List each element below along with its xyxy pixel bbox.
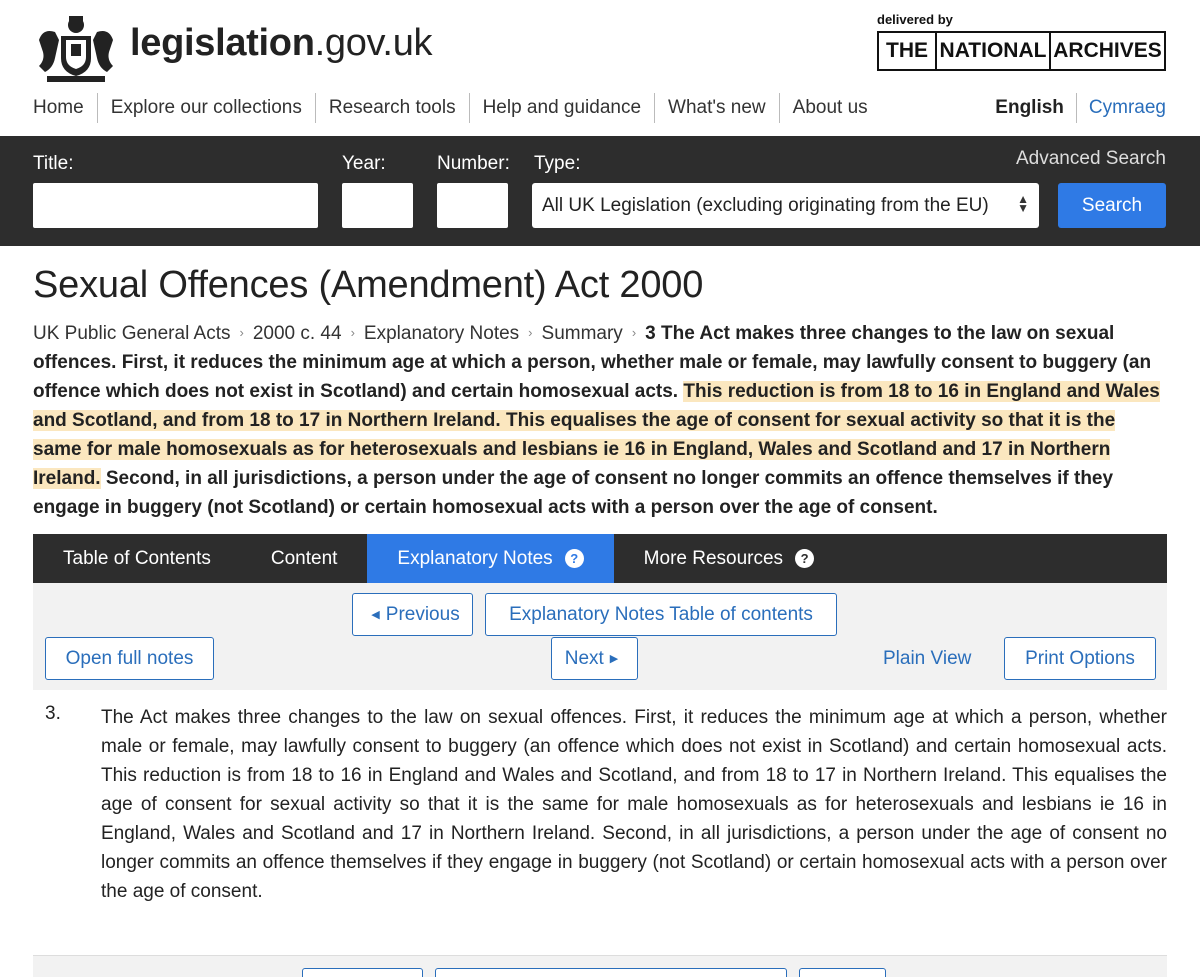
type-select-value: All UK Legislation (excluding originatin… — [542, 194, 989, 216]
note-text: The Act makes three changes to the law o… — [101, 707, 1167, 902]
number-input[interactable] — [437, 183, 508, 228]
page-title: Sexual Offences (Amendment) Act 2000 — [33, 264, 704, 306]
open-full-notes-button[interactable]: Open full notes — [45, 637, 214, 680]
next-button[interactable]: Next ▶ — [551, 637, 638, 680]
nav-explore-collections[interactable]: Explore our collections — [98, 93, 316, 123]
year-input[interactable] — [342, 183, 413, 228]
logo[interactable] — [33, 10, 119, 86]
nav-whats-new[interactable]: What's new — [655, 93, 780, 123]
tab-label: More Resources — [643, 547, 784, 569]
site-title-bold: legislation — [130, 22, 315, 64]
tna-word: ARCHIVES — [1053, 39, 1162, 62]
type-label: Type: — [534, 153, 581, 174]
tab-label: Explanatory Notes — [397, 547, 553, 569]
site-header: legislation.gov.uk delivered by THE NATI… — [0, 0, 1200, 136]
previous-label: Previous — [385, 603, 460, 625]
notes-nav-panel: ◀ Previous Explanatory Notes Table of con… — [33, 583, 1167, 690]
type-select[interactable]: All UK Legislation (excluding originatin… — [532, 183, 1039, 228]
tab-table-of-contents[interactable]: Table of Contents — [33, 534, 241, 583]
tab-label: Table of Contents — [63, 547, 211, 569]
triangle-left-icon: ◀ — [371, 609, 380, 621]
help-icon[interactable]: ? — [564, 549, 584, 568]
next-label: Next — [564, 647, 604, 669]
chevron-right-icon: › — [631, 325, 637, 340]
advanced-search-link[interactable]: Advanced Search — [1016, 148, 1166, 170]
open-full-notes-label: Open full notes — [65, 647, 194, 669]
search-button[interactable]: Search — [1058, 183, 1166, 228]
print-options-button[interactable]: Print Options — [1004, 637, 1156, 680]
help-icon[interactable]: ? — [795, 549, 815, 568]
select-arrows-icon: ▲ ▼ — [1017, 192, 1029, 215]
number-label: Number: — [437, 153, 510, 174]
breadcrumb: UK Public General Acts › 2000 c. 44 › Explan… — [33, 318, 1167, 522]
notes-toc-button[interactable]: Explanatory Notes Table of contents — [485, 593, 837, 636]
tab-label: Content — [270, 547, 338, 569]
document-tabs: Table of Contents Content Explanatory No… — [33, 534, 1167, 583]
tna-word: THE — [879, 33, 937, 69]
title-input[interactable] — [33, 183, 318, 228]
delivered-by-label: delivered by — [877, 12, 953, 27]
print-options-label: Print Options — [1025, 647, 1135, 669]
bottom-notes-nav-panel — [33, 955, 1167, 977]
nav-home[interactable]: Home — [33, 93, 98, 123]
bottom-notes-toc-button[interactable] — [435, 968, 787, 977]
tna-box: THE NATIONAL ARCHIVES — [877, 31, 1166, 71]
site-title[interactable]: legislation.gov.uk — [130, 22, 433, 65]
breadcrumb-item[interactable]: 2000 c. 44 — [253, 323, 342, 344]
year-label: Year: — [342, 153, 386, 174]
notes-toc-label: Explanatory Notes Table of contents — [509, 603, 813, 625]
tna-word: NATIONAL — [937, 33, 1051, 69]
tab-content[interactable]: Content — [241, 534, 368, 583]
chevron-right-icon: › — [239, 325, 244, 340]
main-nav: Home Explore our collections Research to… — [33, 93, 881, 123]
breadcrumb-item[interactable]: UK Public General Acts — [33, 323, 230, 344]
site-title-suffix: .gov.uk — [314, 22, 433, 64]
triangle-right-icon: ▶ — [609, 653, 619, 665]
bottom-previous-button[interactable] — [302, 968, 423, 977]
plain-view-link[interactable]: Plain View — [883, 648, 971, 670]
lang-cymraeg[interactable]: Cymraeg — [1077, 93, 1166, 123]
tab-more-resources[interactable]: More Resources? — [614, 534, 844, 583]
breadcrumb-item[interactable]: Summary — [542, 323, 623, 344]
nav-about-us[interactable]: About us — [780, 93, 881, 123]
chevron-right-icon: › — [350, 325, 355, 340]
nav-research-tools[interactable]: Research tools — [316, 93, 470, 123]
language-switcher: English Cymraeg — [995, 93, 1166, 123]
previous-button[interactable]: ◀ Previous — [352, 593, 473, 636]
search-bar: Title: Year: Number: Type: All UK Legisl… — [0, 136, 1200, 246]
bottom-next-button[interactable] — [799, 968, 886, 977]
breadcrumb-item[interactable]: Explanatory Notes — [364, 323, 519, 344]
tna-logo[interactable]: delivered by THE NATIONAL ARCHIVES — [877, 12, 1166, 71]
nav-help-guidance[interactable]: Help and guidance — [470, 93, 656, 123]
tab-explanatory-notes[interactable]: Explanatory Notes? — [367, 534, 614, 583]
royal-crest-icon — [39, 16, 113, 82]
note-number: 3. — [45, 703, 61, 724]
chevron-right-icon: › — [528, 325, 533, 340]
title-label: Title: — [33, 153, 74, 174]
lang-english: English — [995, 93, 1077, 123]
breadcrumb-current-suffix: Second, in all jurisdictions, a person u… — [33, 468, 1114, 518]
